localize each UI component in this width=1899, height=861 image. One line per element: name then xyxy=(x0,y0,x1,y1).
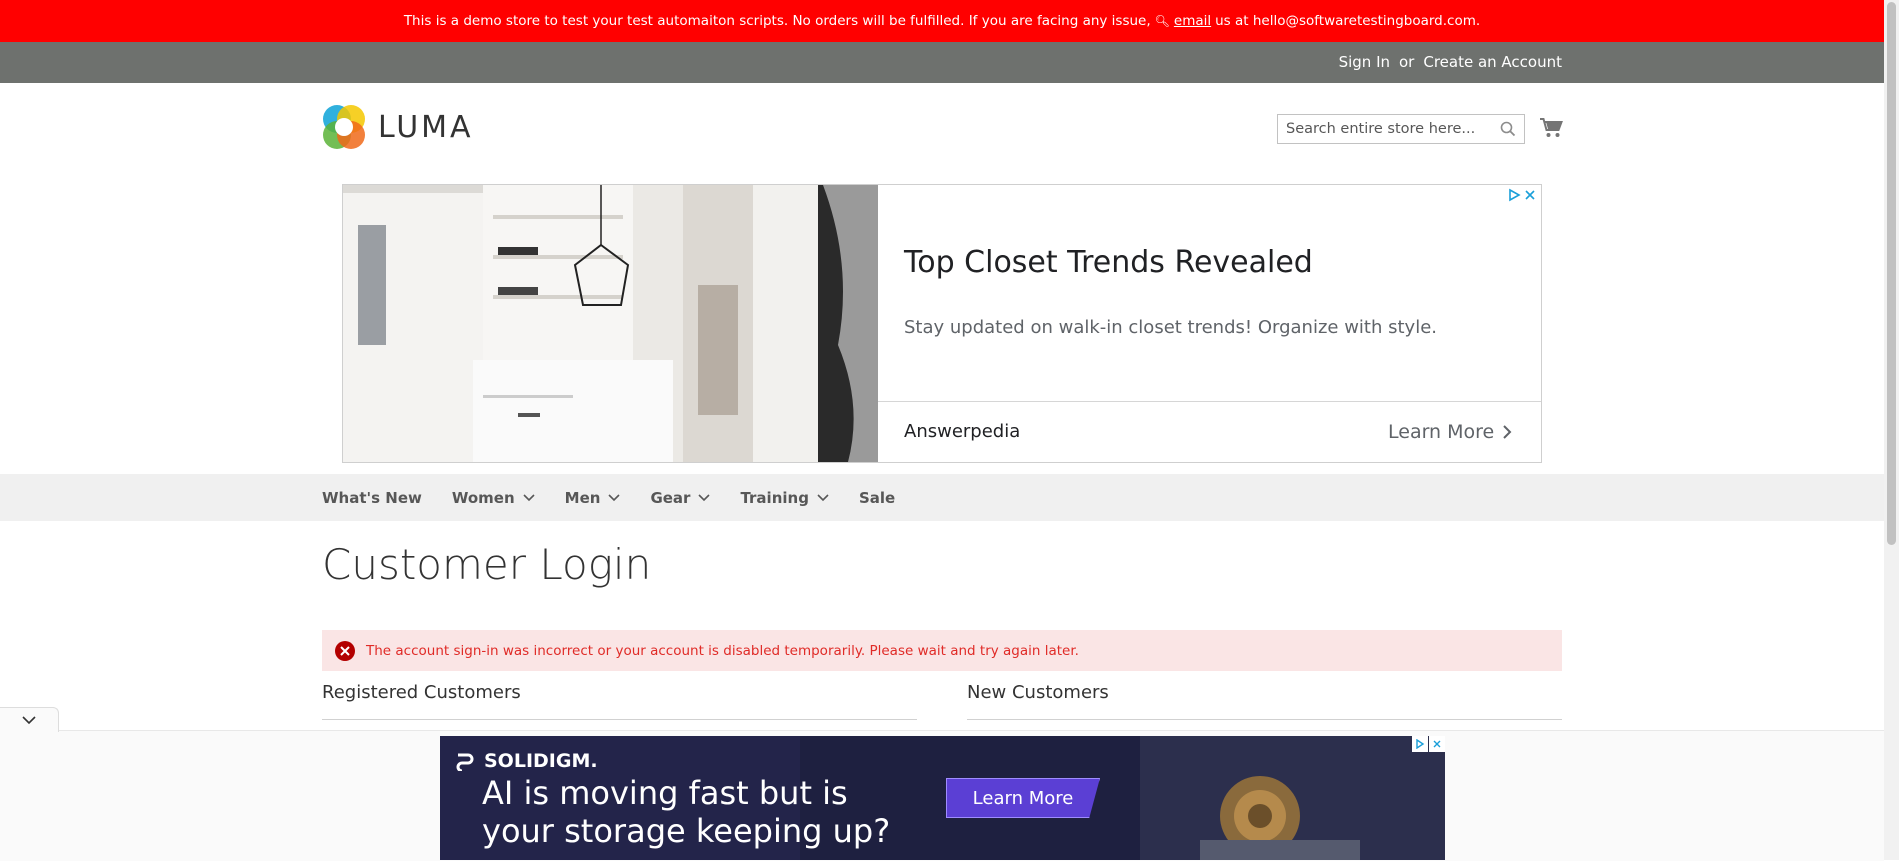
header-panel: Sign In or Create an Account xyxy=(0,42,1884,83)
solidigm-logo-icon xyxy=(456,753,474,771)
nav-item-label: Gear xyxy=(650,488,691,507)
sign-in-link[interactable]: Sign In xyxy=(1339,53,1390,71)
page-title: Customer Login xyxy=(322,540,652,589)
ad-choices[interactable] xyxy=(1412,736,1445,752)
ad-description: Stay updated on walk-in closet trends! O… xyxy=(904,317,1437,338)
collapse-ad-button[interactable] xyxy=(0,707,59,732)
ad-closet-image xyxy=(343,185,878,462)
divider xyxy=(967,719,1562,720)
chevron-right-icon xyxy=(1503,425,1512,439)
chevron-down-icon xyxy=(698,493,711,501)
main-navigation: What's New Women Men Gear Training Sale xyxy=(0,474,1884,521)
ad-brand-text: SOLIDIGM. xyxy=(484,750,598,772)
luma-logo-icon xyxy=(323,105,365,149)
demo-notice-text: This is a demo store to test your test a… xyxy=(403,13,1151,29)
ad-divider xyxy=(878,401,1541,402)
nav-item-men[interactable]: Men xyxy=(565,489,621,507)
nav-item-label: Training xyxy=(740,488,809,507)
ad-choices[interactable] xyxy=(1507,188,1537,202)
search-icon: 🔍︎ xyxy=(1154,14,1170,28)
scrollbar-thumb[interactable] xyxy=(1887,2,1896,545)
error-icon xyxy=(335,640,355,661)
page-scrollbar[interactable] xyxy=(1884,0,1899,860)
chevron-down-icon xyxy=(608,493,621,501)
create-account-link[interactable]: Create an Account xyxy=(1423,53,1562,71)
nav-item-label: Women xyxy=(451,488,515,507)
nav-item-label: Sale xyxy=(858,488,896,507)
email-link[interactable]: email xyxy=(1174,13,1211,29)
demo-notice-banner: This is a demo store to test your test a… xyxy=(0,0,1884,42)
nav-item-label: What's New xyxy=(322,488,422,507)
chevron-down-icon xyxy=(22,716,36,725)
divider xyxy=(322,719,917,720)
ad-brand: SOLIDIGM. xyxy=(454,750,598,772)
search-icon[interactable] xyxy=(1500,121,1516,141)
error-message-text: The account sign-in was incorrect or you… xyxy=(366,642,1079,659)
cart-icon[interactable] xyxy=(1539,117,1563,143)
header-links: Sign In or Create an Account xyxy=(1339,53,1562,71)
nav-item-sale[interactable]: Sale xyxy=(859,489,895,507)
adchoices-icon[interactable] xyxy=(1507,188,1521,202)
ad-learn-more-button[interactable]: Learn More xyxy=(946,778,1100,818)
error-message: The account sign-in was incorrect or you… xyxy=(322,630,1562,671)
ad-title[interactable]: Top Closet Trends Revealed xyxy=(904,245,1313,280)
chevron-down-icon xyxy=(523,493,535,501)
close-icon[interactable] xyxy=(1429,736,1445,752)
search-box xyxy=(1277,114,1525,144)
search-input[interactable] xyxy=(1278,115,1494,143)
close-icon[interactable] xyxy=(1523,188,1537,202)
chevron-down-icon xyxy=(817,493,829,501)
ad-headline[interactable]: AI is moving fast but is your storage ke… xyxy=(482,774,902,850)
ad-cta-label: Learn More xyxy=(1388,421,1495,443)
nav-item-training[interactable]: Training xyxy=(740,488,829,507)
advertisement-banner[interactable]: Top Closet Trends Revealed Stay updated … xyxy=(342,184,1542,463)
registered-customers-title: Registered Customers xyxy=(322,682,521,703)
logo-text: LUMA xyxy=(378,109,474,145)
ad-brand[interactable]: Answerpedia xyxy=(904,421,1020,442)
bottom-advertisement[interactable]: SOLIDIGM. AI is moving fast but is your … xyxy=(440,736,1445,860)
ad-learn-more-button[interactable]: Learn More xyxy=(1388,421,1512,443)
new-customers-title: New Customers xyxy=(967,682,1109,703)
nav-item-women[interactable]: Women xyxy=(452,489,535,507)
store-logo[interactable]: LUMA xyxy=(322,104,474,150)
nav-item-label: Men xyxy=(564,488,601,507)
or-separator: or xyxy=(1399,53,1415,71)
nav-item-gear[interactable]: Gear xyxy=(650,488,711,507)
demo-notice-text-end: us at hello@softwaretestingboard.com. xyxy=(1215,13,1481,29)
nav-item-whats-new[interactable]: What's New xyxy=(322,489,422,507)
adchoices-icon[interactable] xyxy=(1412,736,1428,752)
